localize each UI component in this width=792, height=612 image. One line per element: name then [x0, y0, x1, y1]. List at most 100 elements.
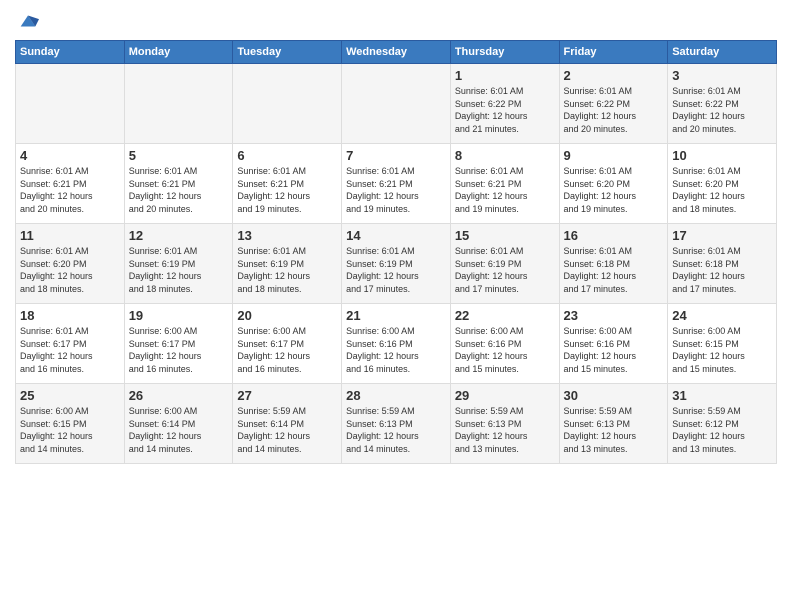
- day-info: Sunrise: 6:01 AM Sunset: 6:20 PM Dayligh…: [564, 165, 664, 215]
- day-number: 7: [346, 148, 446, 163]
- day-number: 21: [346, 308, 446, 323]
- day-number: 11: [20, 228, 120, 243]
- calendar-cell: [342, 64, 451, 144]
- day-number: 9: [564, 148, 664, 163]
- day-info: Sunrise: 5:59 AM Sunset: 6:13 PM Dayligh…: [564, 405, 664, 455]
- calendar-cell: 26 Sunrise: 6:00 AM Sunset: 6:14 PM Dayli…: [124, 384, 233, 464]
- day-number: 12: [129, 228, 229, 243]
- day-info: Sunrise: 5:59 AM Sunset: 6:13 PM Dayligh…: [346, 405, 446, 455]
- week-row-3: 11 Sunrise: 6:01 AM Sunset: 6:20 PM Dayli…: [16, 224, 777, 304]
- day-info: Sunrise: 6:00 AM Sunset: 6:15 PM Dayligh…: [672, 325, 772, 375]
- logo-icon: [17, 10, 39, 32]
- calendar-cell: 9 Sunrise: 6:01 AM Sunset: 6:20 PM Daylig…: [559, 144, 668, 224]
- week-row-1: 1 Sunrise: 6:01 AM Sunset: 6:22 PM Daylig…: [16, 64, 777, 144]
- day-number: 23: [564, 308, 664, 323]
- calendar-cell: 12 Sunrise: 6:01 AM Sunset: 6:19 PM Dayli…: [124, 224, 233, 304]
- day-info: Sunrise: 6:01 AM Sunset: 6:20 PM Dayligh…: [20, 245, 120, 295]
- day-number: 28: [346, 388, 446, 403]
- day-info: Sunrise: 6:00 AM Sunset: 6:15 PM Dayligh…: [20, 405, 120, 455]
- calendar-cell: 21 Sunrise: 6:00 AM Sunset: 6:16 PM Dayli…: [342, 304, 451, 384]
- calendar-cell: 29Sunrise: 5:59 AM Sunset: 6:13 PM Dayli…: [450, 384, 559, 464]
- day-info: Sunrise: 6:00 AM Sunset: 6:17 PM Dayligh…: [129, 325, 229, 375]
- calendar-cell: 7 Sunrise: 6:01 AM Sunset: 6:21 PM Daylig…: [342, 144, 451, 224]
- calendar-cell: 15 Sunrise: 6:01 AM Sunset: 6:19 PM Dayli…: [450, 224, 559, 304]
- calendar-cell: 5 Sunrise: 6:01 AM Sunset: 6:21 PM Daylig…: [124, 144, 233, 224]
- day-info: Sunrise: 6:01 AM Sunset: 6:19 PM Dayligh…: [129, 245, 229, 295]
- day-number: 4: [20, 148, 120, 163]
- day-number: 24: [672, 308, 772, 323]
- day-info: Sunrise: 6:01 AM Sunset: 6:21 PM Dayligh…: [455, 165, 555, 215]
- calendar-cell: 16Sunrise: 6:01 AM Sunset: 6:18 PM Dayli…: [559, 224, 668, 304]
- day-info: Sunrise: 6:00 AM Sunset: 6:16 PM Dayligh…: [564, 325, 664, 375]
- day-number: 3: [672, 68, 772, 83]
- day-number: 25: [20, 388, 120, 403]
- day-number: 10: [672, 148, 772, 163]
- weekday-header-tuesday: Tuesday: [233, 41, 342, 64]
- calendar-cell: 19 Sunrise: 6:00 AM Sunset: 6:17 PM Dayli…: [124, 304, 233, 384]
- calendar-cell: 8 Sunrise: 6:01 AM Sunset: 6:21 PM Daylig…: [450, 144, 559, 224]
- day-info: Sunrise: 5:59 AM Sunset: 6:14 PM Dayligh…: [237, 405, 337, 455]
- weekday-header-thursday: Thursday: [450, 41, 559, 64]
- header: [15, 10, 777, 32]
- calendar-cell: 27 Sunrise: 5:59 AM Sunset: 6:14 PM Dayli…: [233, 384, 342, 464]
- calendar-cell: 17 Sunrise: 6:01 AM Sunset: 6:18 PM Dayli…: [668, 224, 777, 304]
- logo: [15, 10, 39, 32]
- day-info: Sunrise: 6:00 AM Sunset: 6:17 PM Dayligh…: [237, 325, 337, 375]
- day-number: 5: [129, 148, 229, 163]
- day-number: 22: [455, 308, 555, 323]
- calendar-cell: [16, 64, 125, 144]
- day-number: 6: [237, 148, 337, 163]
- day-number: 8: [455, 148, 555, 163]
- calendar-cell: [124, 64, 233, 144]
- day-number: 1: [455, 68, 555, 83]
- day-info: Sunrise: 6:01 AM Sunset: 6:18 PM Dayligh…: [672, 245, 772, 295]
- day-number: 16: [564, 228, 664, 243]
- calendar-cell: 28 Sunrise: 5:59 AM Sunset: 6:13 PM Dayli…: [342, 384, 451, 464]
- calendar-cell: 18 Sunrise: 6:01 AM Sunset: 6:17 PM Dayli…: [16, 304, 125, 384]
- day-number: 18: [20, 308, 120, 323]
- calendar-cell: 25 Sunrise: 6:00 AM Sunset: 6:15 PM Dayli…: [16, 384, 125, 464]
- calendar-cell: 22 Sunrise: 6:00 AM Sunset: 6:16 PM Dayli…: [450, 304, 559, 384]
- calendar-cell: 4 Sunrise: 6:01 AM Sunset: 6:21 PM Daylig…: [16, 144, 125, 224]
- day-number: 15: [455, 228, 555, 243]
- weekday-header-monday: Monday: [124, 41, 233, 64]
- day-number: 27: [237, 388, 337, 403]
- day-info: Sunrise: 6:00 AM Sunset: 6:16 PM Dayligh…: [455, 325, 555, 375]
- day-info: Sunrise: 6:01 AM Sunset: 6:21 PM Dayligh…: [346, 165, 446, 215]
- weekday-header-saturday: Saturday: [668, 41, 777, 64]
- calendar-cell: 14 Sunrise: 6:01 AM Sunset: 6:19 PM Dayli…: [342, 224, 451, 304]
- calendar-cell: 10 Sunrise: 6:01 AM Sunset: 6:20 PM Dayli…: [668, 144, 777, 224]
- calendar-page: SundayMondayTuesdayWednesdayThursdayFrid…: [0, 0, 792, 612]
- logo-text: [15, 10, 39, 32]
- calendar-cell: [233, 64, 342, 144]
- weekday-header-friday: Friday: [559, 41, 668, 64]
- day-info: Sunrise: 5:59 AM Sunset: 6:13 PM Dayligh…: [455, 405, 555, 455]
- calendar-cell: 2Sunrise: 6:01 AM Sunset: 6:22 PM Daylig…: [559, 64, 668, 144]
- day-info: Sunrise: 6:01 AM Sunset: 6:19 PM Dayligh…: [455, 245, 555, 295]
- calendar-cell: 24 Sunrise: 6:00 AM Sunset: 6:15 PM Dayli…: [668, 304, 777, 384]
- day-number: 26: [129, 388, 229, 403]
- day-info: Sunrise: 6:01 AM Sunset: 6:20 PM Dayligh…: [672, 165, 772, 215]
- weekday-header-row: SundayMondayTuesdayWednesdayThursdayFrid…: [16, 41, 777, 64]
- calendar-cell: 6Sunrise: 6:01 AM Sunset: 6:21 PM Daylig…: [233, 144, 342, 224]
- calendar-cell: 30Sunrise: 5:59 AM Sunset: 6:13 PM Dayli…: [559, 384, 668, 464]
- calendar-cell: 13Sunrise: 6:01 AM Sunset: 6:19 PM Dayli…: [233, 224, 342, 304]
- day-number: 19: [129, 308, 229, 323]
- day-number: 13: [237, 228, 337, 243]
- calendar-cell: 31 Sunrise: 5:59 AM Sunset: 6:12 PM Dayli…: [668, 384, 777, 464]
- day-info: Sunrise: 6:01 AM Sunset: 6:21 PM Dayligh…: [20, 165, 120, 215]
- day-number: 17: [672, 228, 772, 243]
- day-info: Sunrise: 6:01 AM Sunset: 6:22 PM Dayligh…: [455, 85, 555, 135]
- calendar-cell: 3Sunrise: 6:01 AM Sunset: 6:22 PM Daylig…: [668, 64, 777, 144]
- day-info: Sunrise: 6:01 AM Sunset: 6:17 PM Dayligh…: [20, 325, 120, 375]
- day-info: Sunrise: 6:01 AM Sunset: 6:21 PM Dayligh…: [129, 165, 229, 215]
- day-info: Sunrise: 6:01 AM Sunset: 6:19 PM Dayligh…: [346, 245, 446, 295]
- day-info: Sunrise: 6:00 AM Sunset: 6:16 PM Dayligh…: [346, 325, 446, 375]
- day-info: Sunrise: 5:59 AM Sunset: 6:12 PM Dayligh…: [672, 405, 772, 455]
- day-info: Sunrise: 6:00 AM Sunset: 6:14 PM Dayligh…: [129, 405, 229, 455]
- week-row-2: 4 Sunrise: 6:01 AM Sunset: 6:21 PM Daylig…: [16, 144, 777, 224]
- day-number: 31: [672, 388, 772, 403]
- weekday-header-wednesday: Wednesday: [342, 41, 451, 64]
- day-number: 14: [346, 228, 446, 243]
- calendar-cell: 20Sunrise: 6:00 AM Sunset: 6:17 PM Dayli…: [233, 304, 342, 384]
